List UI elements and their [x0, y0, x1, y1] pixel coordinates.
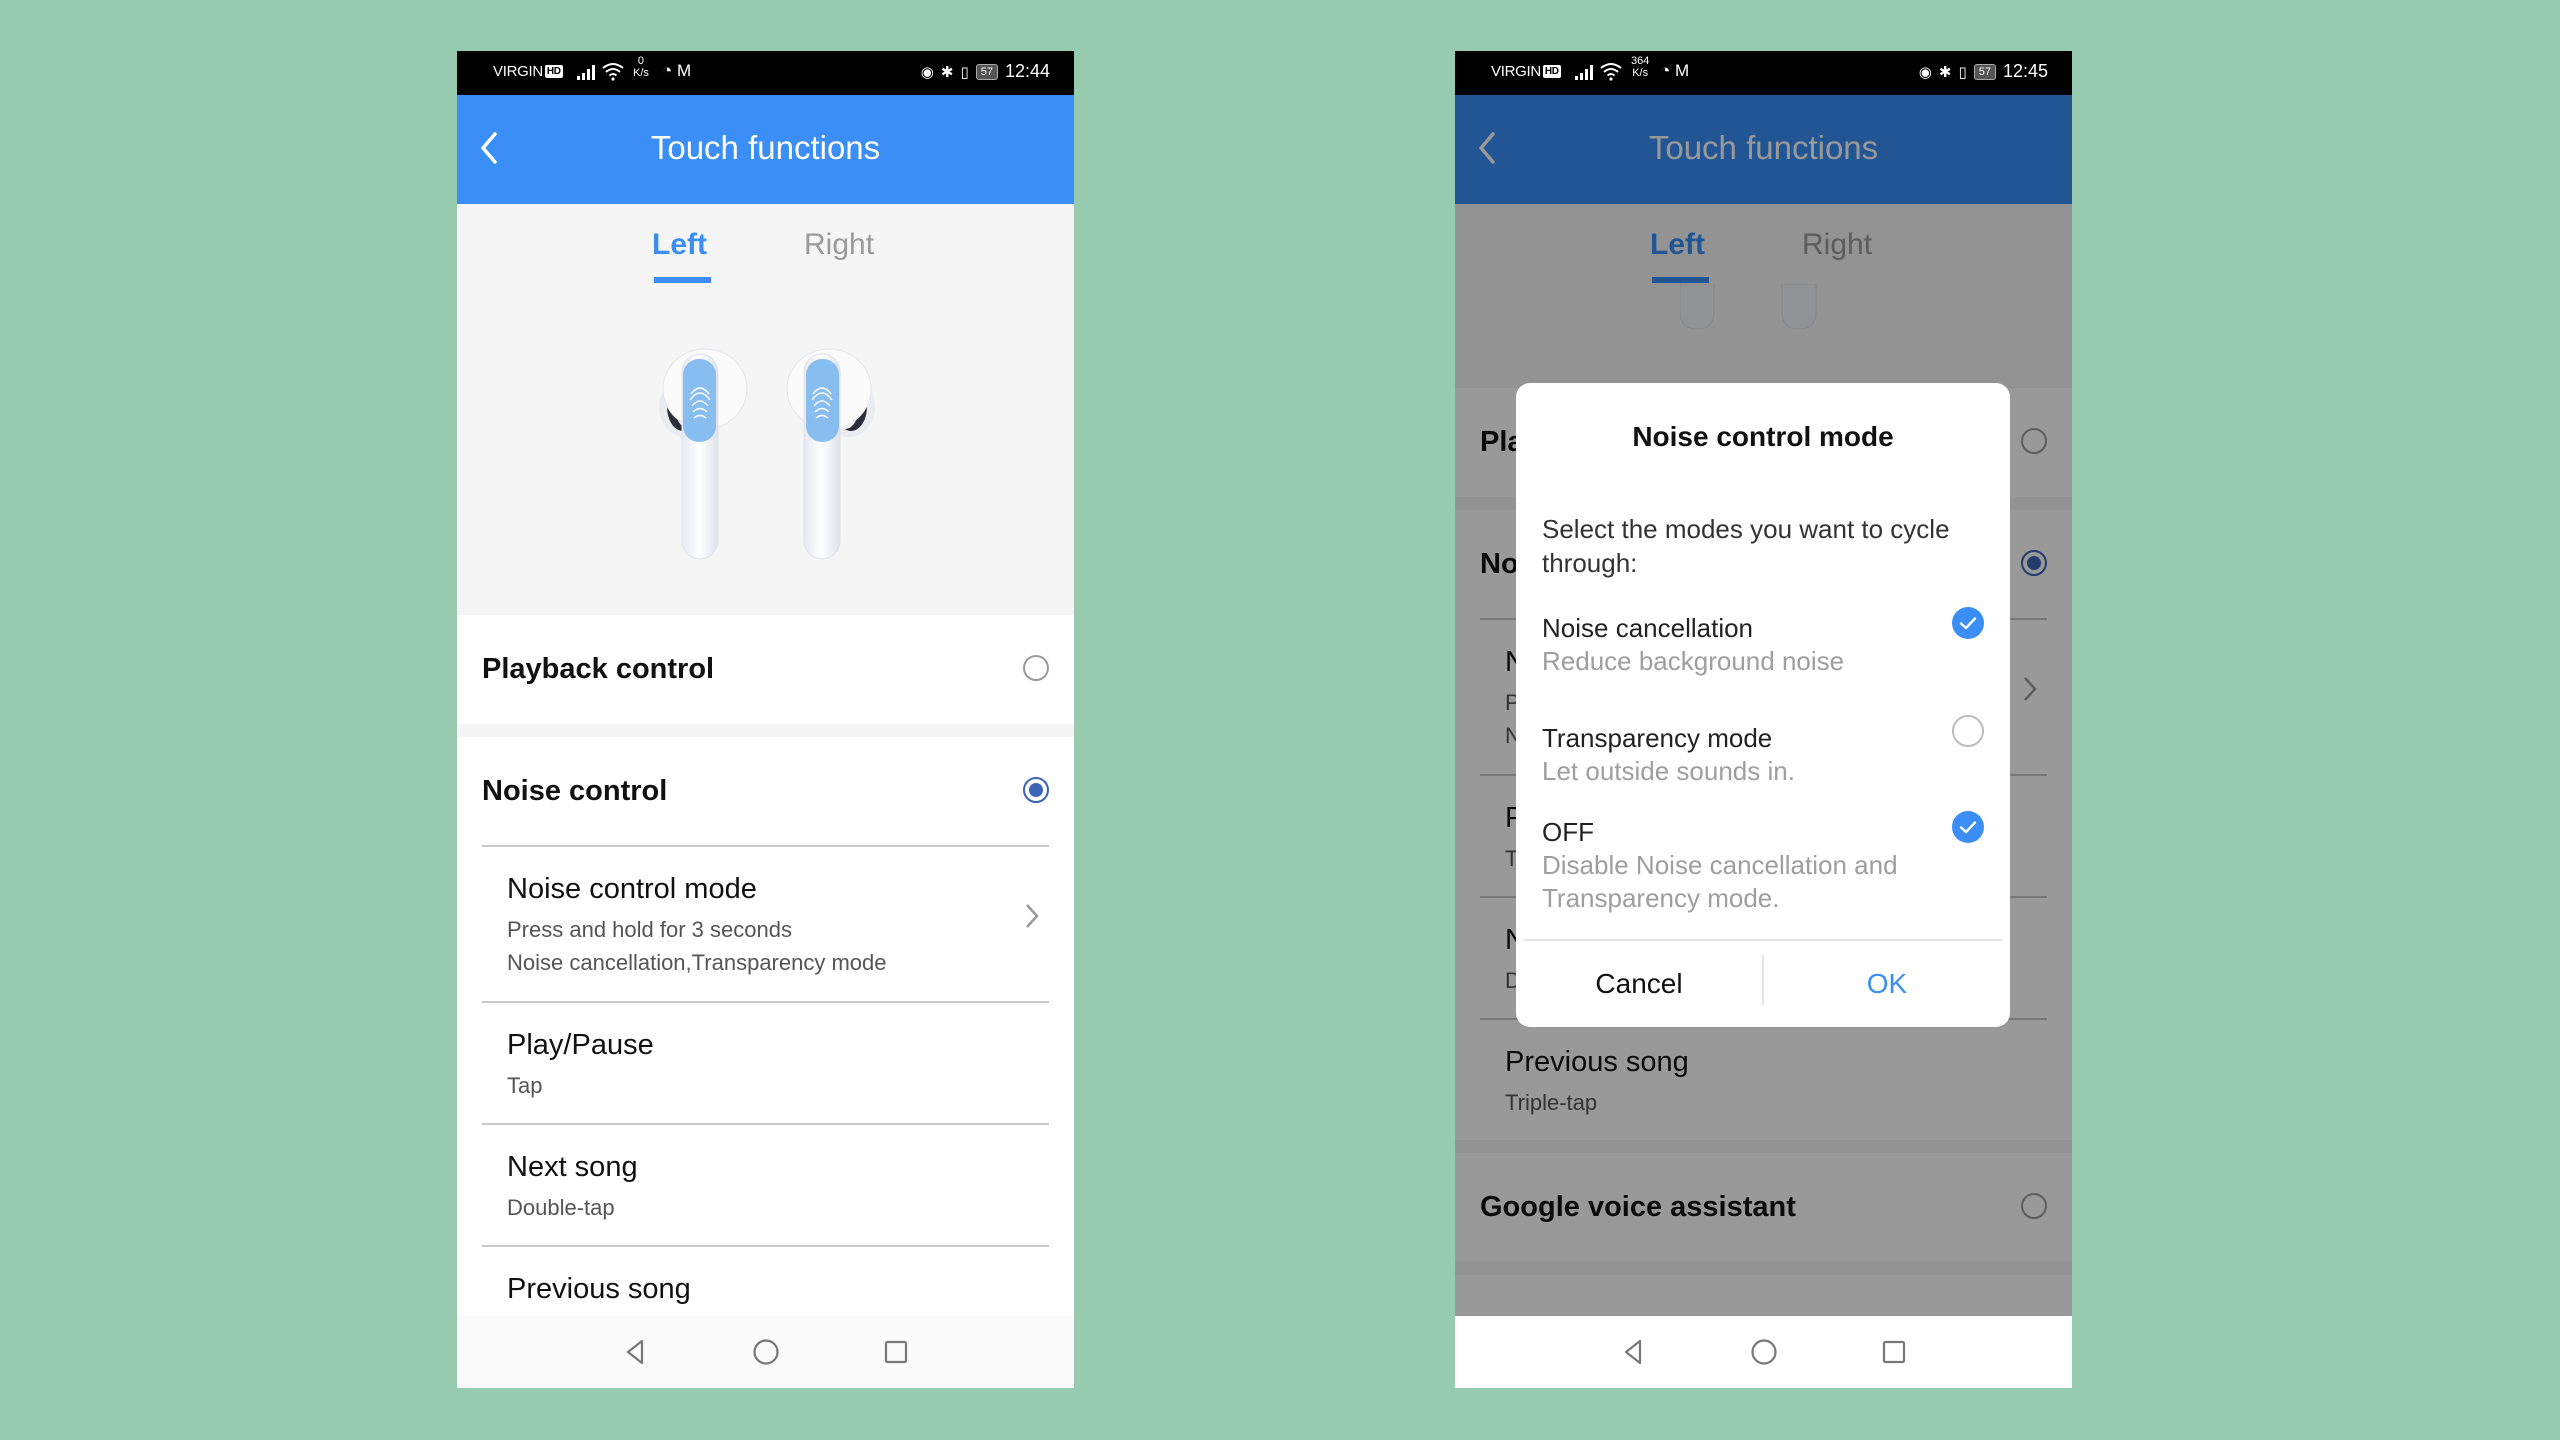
option-subtitle: Reduce background noise: [1542, 646, 1845, 676]
earbud-tabs: Left Right: [457, 204, 1074, 304]
wifi-icon: [1600, 63, 1622, 81]
playback-control-label: Playback control: [482, 653, 715, 685]
dialog-title: Noise control mode: [1632, 421, 1894, 452]
option-title: OFF: [1542, 817, 1594, 847]
bluetooth-icon: ✱: [1938, 63, 1952, 81]
item-subtitle-modes: Noise cancellation,Transparency mode: [507, 950, 887, 975]
nav-back-icon[interactable]: [622, 1338, 650, 1366]
option-title: Transparency mode: [1542, 723, 1773, 753]
network-rate: 0 K/s: [633, 55, 649, 79]
notification-icons: ◔ M: [1660, 61, 1689, 81]
phone-screen-left: VIRGIN HD 0 K/s ◔ M ◉ ✱ ▯ 57 12:44 Touch f…: [457, 51, 1074, 1388]
dialog-description: Select the modes you want to cycle throu…: [1542, 514, 1950, 578]
noise-control-label: Noise control: [482, 775, 668, 807]
page-title: Touch functions: [650, 129, 881, 166]
item-title: Play/Pause: [507, 1029, 654, 1061]
option-subtitle: Disable Noise cancellation and Transpare…: [1542, 850, 1898, 913]
list-item-noise-control-mode[interactable]: Noise control mode Press and hold for 3 …: [482, 845, 1049, 1003]
tab-left[interactable]: Left: [652, 228, 707, 262]
signal-icon: [577, 64, 595, 80]
app-notification-icon: ◔: [1660, 61, 1671, 80]
gmail-icon: M: [1675, 61, 1690, 80]
checkbox-checked-icon[interactable]: [1952, 607, 1984, 639]
checkbox-checked-icon[interactable]: [1952, 811, 1984, 843]
option-title: Noise cancellation: [1542, 613, 1754, 643]
carrier-label: VIRGIN HD: [493, 63, 563, 80]
active-tab-indicator: [654, 277, 711, 283]
noise-control-option[interactable]: Noise control: [457, 737, 1074, 845]
hd-badge: HD: [544, 65, 563, 78]
system-nav-bar: [457, 1316, 1074, 1388]
nav-home-icon[interactable]: [1750, 1338, 1778, 1366]
noise-control-section: Noise control Noise control mode Press a…: [457, 737, 1074, 1388]
nav-recents-icon[interactable]: [882, 1338, 910, 1366]
clock: 12:45: [2002, 61, 2048, 81]
item-subtitle: Double-tap: [507, 1195, 615, 1220]
checkbox-unchecked-icon[interactable]: [1952, 715, 1984, 747]
clock: 12:44: [1004, 61, 1050, 81]
system-nav-bar: [1455, 1316, 2072, 1388]
nav-recents-icon[interactable]: [1880, 1338, 1908, 1366]
app-bar: Touch functions: [457, 95, 1074, 204]
list-item-next-song[interactable]: Next song Double-tap: [482, 1123, 1049, 1247]
playback-control-option[interactable]: Playback control: [457, 615, 1074, 723]
network-rate: 364 K/s: [1631, 55, 1650, 79]
nav-home-icon[interactable]: [752, 1338, 780, 1366]
tab-right[interactable]: Right: [804, 228, 874, 262]
nav-back-icon[interactable]: [1620, 1338, 1648, 1366]
noise-control-radio[interactable]: [1023, 777, 1049, 803]
playback-control-section: Playback control: [457, 615, 1074, 724]
carrier-label: VIRGIN HD: [1491, 63, 1561, 80]
chevron-right-icon: [1026, 904, 1039, 928]
notification-icons: ◔ M: [662, 61, 691, 81]
signal-icon: [1575, 64, 1593, 80]
noise-control-mode-dialog: Noise control mode Select the modes you …: [1516, 383, 2010, 1027]
bluetooth-icon: ✱: [940, 63, 954, 81]
option-subtitle: Let outside sounds in.: [1542, 756, 1795, 786]
hd-badge: HD: [1542, 65, 1561, 78]
item-subtitle: Tap: [507, 1073, 543, 1098]
vibrate-icon: ▯: [960, 63, 969, 81]
vibrate-icon: ▯: [1958, 63, 1967, 81]
option-transparency-mode[interactable]: Transparency mode Let outside sounds in.: [1542, 715, 1984, 788]
status-bar: VIRGIN HD 0 K/s ◔ M ◉ ✱ ▯ 57 12:44: [457, 51, 1074, 95]
playback-control-radio[interactable]: [1023, 655, 1049, 681]
option-off[interactable]: OFF Disable Noise cancellation and Trans…: [1542, 811, 1984, 915]
list-item-play-pause[interactable]: Play/Pause Tap: [482, 1001, 1049, 1125]
earbuds-image: [659, 348, 875, 560]
eye-icon: ◉: [920, 63, 934, 81]
app-notification-icon: ◔: [662, 61, 673, 80]
battery-icon: 57: [1973, 63, 1996, 80]
item-title: Previous song: [507, 1273, 691, 1305]
wifi-icon: [602, 63, 624, 81]
gmail-icon: M: [677, 61, 692, 80]
item-subtitle: Press and hold for 3 seconds: [507, 917, 792, 942]
status-bar: VIRGIN HD 364 K/s ◔ M ◉ ✱ ▯ 57 12:45: [1455, 51, 2072, 95]
item-title: Noise control mode: [507, 873, 757, 905]
eye-icon: ◉: [1918, 63, 1932, 81]
option-noise-cancellation[interactable]: Noise cancellation Reduce background noi…: [1542, 607, 1984, 678]
ok-button[interactable]: OK: [1764, 941, 2010, 1027]
battery-icon: 57: [975, 63, 998, 80]
item-title: Next song: [507, 1151, 638, 1183]
cancel-button[interactable]: Cancel: [1516, 941, 1762, 1027]
phone-screen-right: VIRGIN HD 364 K/s ◔ M ◉ ✱ ▯ 57 12:45 Touch…: [1455, 51, 2072, 1388]
